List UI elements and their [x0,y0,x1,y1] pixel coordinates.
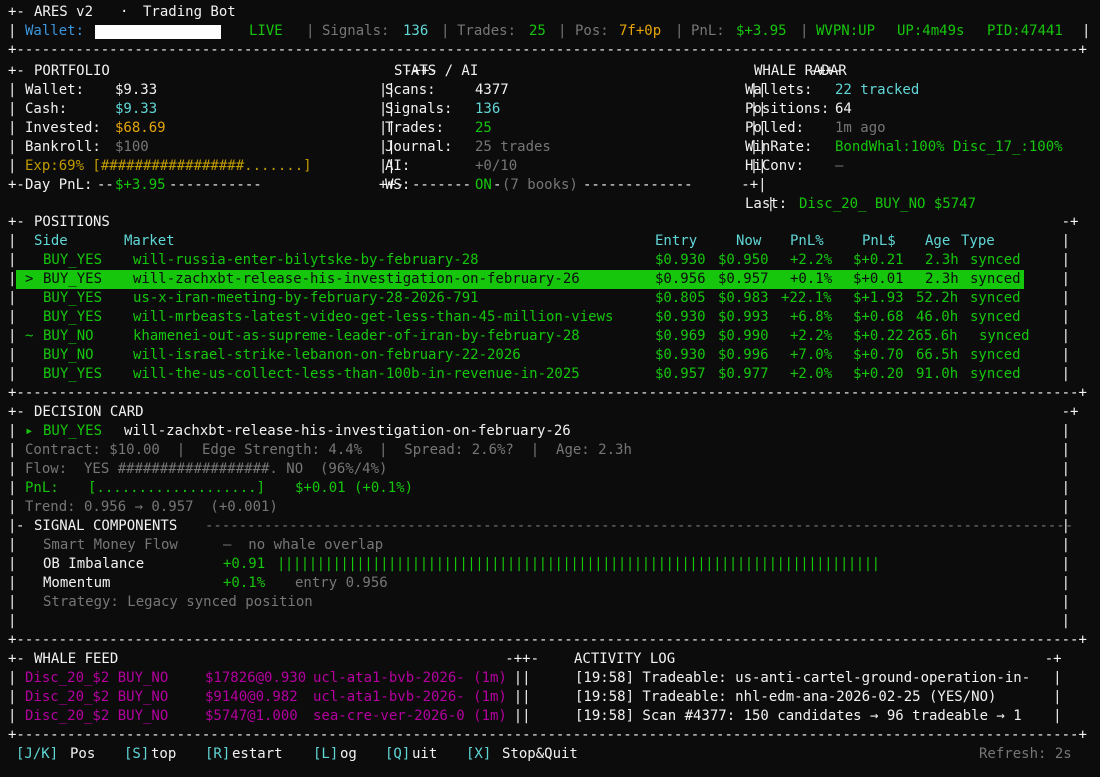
row-marker: ~ [25,328,34,344]
col-pnl-pct: PnL% [790,233,824,249]
ob-imbalance-value: +0.91 [223,556,266,572]
pnl-label: PnL: [691,23,725,39]
log-entry: [19:58] Scan #4377: 150 candidates → 96 … [575,708,1022,724]
decision-arrow-icon: ▸ [25,423,34,439]
bottom-panels-border-top: +- -++- -+ [8,651,1062,667]
radar-hiconv: – [835,158,844,174]
col-type: Type [961,233,995,249]
title-separator: · [120,4,129,20]
portfolio-bankroll: $100 [115,139,149,155]
process-id: PID:47441 [987,23,1063,39]
decision-flow-line: Flow: YES ##################. NO (96%/4%… [25,461,388,477]
pos-count: 7f+0p [619,23,662,39]
decision-market: will-zachxbt-release-his-investigation-o… [124,423,571,439]
stats-journal: 25 trades [475,139,551,155]
smart-money-label: Smart Money Flow [43,537,178,553]
wallet-label: Wallet: [25,23,85,39]
log-entry: [19:58] Tradeable: nhl-edm-ana-2026-02-2… [575,689,997,705]
stats-ai: +0/10 [475,158,518,174]
decision-side: BUY_YES [43,423,103,439]
exposure-bar: Exp:69% [#################.......] [25,158,312,174]
activity-log-title: ACTIVITY LOG [574,651,676,667]
decision-border-bottom: +---------------------------------------… [8,632,1087,648]
decision-title: DECISION CARD [34,404,144,420]
signal-components-title: SIGNAL COMPONENTS [34,518,178,534]
portfolio-cash: $9.33 [115,101,158,117]
selection-marker: > [25,271,34,287]
panel-border-top: +- -++- -++- -+ [8,63,843,79]
momentum-label: Momentum [43,575,111,591]
header-pnl: $+3.95 [736,23,787,39]
uptime: UP:4m49s [897,23,965,39]
col-age: Age [925,233,951,249]
trades-label: Trades: [457,23,517,39]
col-now: Now [736,233,762,249]
trades-count: 25 [529,23,546,39]
radar-positions: 64 [835,101,852,117]
table-row-selected[interactable]: > BUY_YES will-zachxbt-release-his-inves… [16,270,1024,289]
ws-status: ON [475,177,492,193]
signals-count: 136 [403,23,429,39]
radar-last: Disc_20_ BUY_NO $5747 [799,196,977,212]
positions-border-bottom: +---------------------------------------… [8,385,1087,401]
pos-label: Pos: [575,23,609,39]
signals-label: Signals: [322,23,390,39]
col-entry: Entry [655,233,698,249]
strategy-line: Strategy: Legacy synced position [43,594,313,610]
log-entry: [19:58] Tradeable: us-anti-cartel-ground… [575,670,1031,686]
radar-winrate: BondWhal:100% Disc_17_:100% [835,139,1063,155]
smart-money-value: – no whale overlap [223,537,384,553]
refresh-interval: Refresh: 2s [979,746,1072,762]
ob-imbalance-label: OB Imbalance [43,556,145,572]
decision-pnl-bar: [...................] [88,480,266,496]
stats-scans: 4377 [475,82,509,98]
radar-polled: 1m ago [835,120,886,136]
whale-feed-title: WHALE FEED [34,651,119,667]
momentum-value: +0.1% [223,575,266,591]
ws-books: (7 books) [502,177,578,193]
momentum-note: entry 0.956 [295,575,388,591]
app-title: ARES v2 [34,4,94,20]
decision-border-top: +- -+ [8,404,1079,420]
decision-pnl-value: $+0.01 (+0.1%) [295,480,414,496]
bottom-panels-border-bottom: +---------------------------------------… [8,727,1087,743]
col-side: Side [34,233,68,249]
portfolio-wallet: $9.33 [115,82,158,98]
decision-trend-line: Trend: 0.956 → 0.957 (+0.001) [25,499,278,515]
positions-border-top: +- -+ [8,214,1079,230]
header-border-bottom: +---------------------------------------… [8,42,1087,58]
col-market: Market [124,233,175,249]
radar-wallets: 22 tracked [835,82,920,98]
portfolio-invested: $68.69 [115,120,166,136]
day-pnl: $+3.95 [115,177,166,193]
decision-contract-line: Contract: $10.00 | Edge Strength: 4.4% |… [25,442,632,458]
redacted-wallet-address [95,25,221,39]
ob-imbalance-bar: ||||||||||||||||||||||||||||||||||||||||… [277,556,880,572]
col-pnl-usd: PnL$ [862,233,896,249]
terminal-window: +- ARES v2 · Trading Bot | Wallet: LIVE … [0,0,1100,777]
stats-trades: 25 [475,120,492,136]
wvpn-status: WVPN:UP [816,23,876,39]
stats-signals: 136 [475,101,501,117]
header-border-top: +- [8,4,25,20]
stats-title: STATS / AI [394,63,479,79]
live-status: LIVE [249,23,283,39]
app-subtitle: Trading Bot [143,4,236,20]
positions-title: POSITIONS [34,214,110,230]
whale-radar-title: WHALE RADAR [754,63,847,79]
portfolio-title: PORTFOLIO [34,63,110,79]
